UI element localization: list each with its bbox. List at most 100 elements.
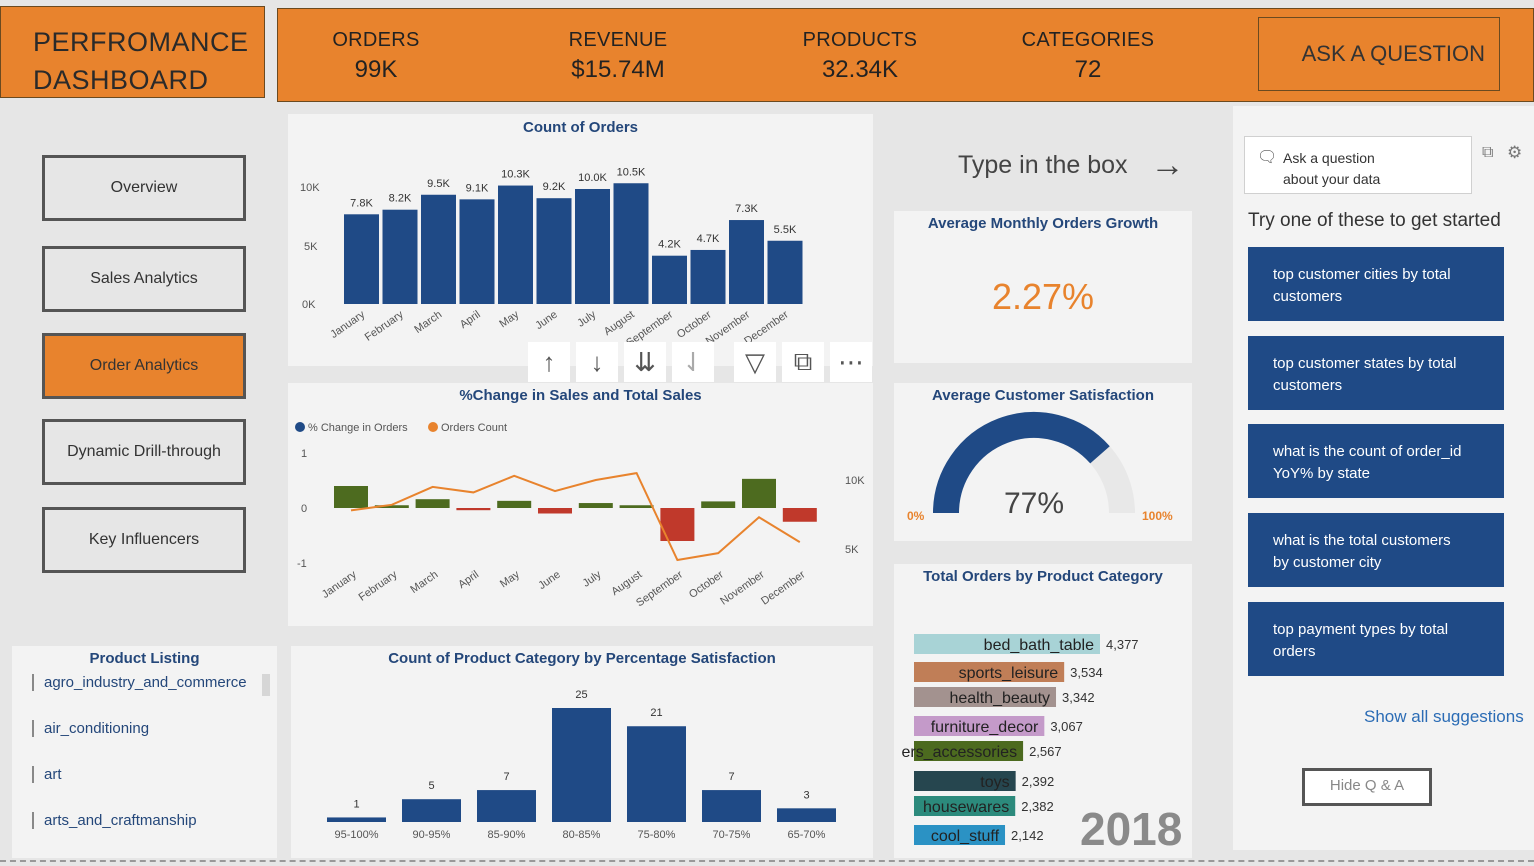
kpi-label: ORDERS	[332, 29, 420, 51]
suggestion-line: customers	[1273, 377, 1343, 394]
gauge-max: 100%	[1142, 509, 1173, 523]
pct-change-panel: %Change in Sales and Total Sales % Chang…	[288, 383, 873, 626]
data-label: 3	[803, 789, 809, 801]
y-right-tick: 5K	[845, 544, 859, 556]
drill-down-icon[interactable]: ↓	[576, 342, 618, 382]
x-tick: January	[320, 568, 359, 601]
title-line-1: PERFROMANCE	[33, 27, 249, 57]
ask-question-placeholder: Ask a question about your data	[1283, 148, 1380, 190]
x-tick: January	[328, 308, 367, 341]
data-label: 7	[503, 771, 509, 783]
suggestion-line: what is the total customers	[1273, 532, 1451, 549]
count-of-orders-panel: Count of Orders 10K 5K 0K 7.8K January 8.2…	[288, 114, 873, 366]
data-label: 9.5K	[427, 178, 450, 190]
legend-dot-pct-change	[295, 422, 305, 432]
nav-overview[interactable]: Overview	[42, 155, 246, 221]
y-left-tick: 1	[301, 448, 307, 460]
nav-key-influencers[interactable]: Key Influencers	[42, 507, 246, 573]
speech-bubble-icon: 🗨	[1257, 149, 1278, 166]
x-tick: July	[575, 308, 598, 329]
x-tick: 75-80%	[638, 829, 676, 841]
count-of-orders-chart: 10K 5K 0K 7.8K January 8.2K February 9.5K Mar…	[300, 166, 803, 349]
change-bar	[782, 508, 817, 522]
product-listing-item[interactable]: arts_and_craftmanship	[32, 812, 197, 829]
y-left-tick: 0	[301, 503, 307, 515]
nav-dynamic-drill-through[interactable]: Dynamic Drill-through	[42, 419, 246, 485]
legend-label: % Change in Orders	[308, 422, 408, 434]
type-in-box-hint: Type in the box →	[958, 146, 1185, 185]
x-tick: July	[581, 568, 604, 589]
x-tick: 85-90%	[488, 829, 526, 841]
bar	[344, 214, 379, 304]
data-label: 10.5K	[617, 166, 646, 178]
kpi-value: 72	[1074, 56, 1102, 83]
drill-up-icon[interactable]: ↑	[528, 342, 570, 382]
data-label: 9.1K	[466, 182, 489, 194]
placeholder-line-1: Ask a question	[1283, 150, 1375, 166]
y-left-tick: -1	[297, 558, 307, 570]
bar	[690, 249, 726, 304]
suggestion-button[interactable]: what is the total customers by customer c…	[1248, 513, 1504, 587]
suggestion-line: top customer states by total	[1273, 355, 1457, 372]
bar	[459, 199, 495, 304]
gear-icon[interactable]: ⚙	[1507, 143, 1522, 163]
show-all-suggestions-link[interactable]: Show all suggestions	[1364, 707, 1524, 727]
category-label: housewares	[923, 799, 1009, 816]
more-options-icon[interactable]: ⋯	[830, 342, 872, 382]
kpi-bar: ORDERS 99K REVENUE $15.74M PRODUCTS 32.3…	[277, 8, 1534, 102]
product-listing-item[interactable]: art	[32, 766, 62, 783]
product-listing-item[interactable]: air_conditioning	[32, 720, 149, 737]
category-label: sports_leisure	[959, 665, 1059, 682]
data-label: 9.2K	[543, 181, 566, 193]
suggestion-line: orders	[1273, 643, 1316, 660]
hide-qa-button[interactable]: Hide Q & A	[1302, 768, 1432, 806]
kpi-value: $15.74M	[571, 56, 665, 83]
qa-intro-text: Try one of these to get started	[1248, 210, 1501, 231]
kpi-value: 99K	[354, 56, 398, 83]
expand-hierarchy-icon[interactable]: ⇃	[672, 342, 714, 382]
kpi-revenue: REVENUE $15.74M	[558, 29, 678, 84]
focus-mode-icon[interactable]: ⧉	[782, 342, 824, 382]
bar	[421, 194, 456, 304]
ask-question-input[interactable]: 🗨 Ask a question about your data	[1244, 136, 1472, 194]
nav-sales-analytics[interactable]: Sales Analytics	[42, 246, 246, 312]
change-bar	[334, 486, 368, 508]
data-label: 7.3K	[735, 203, 758, 215]
change-bar	[742, 478, 776, 508]
suggestion-button[interactable]: top customer cities by total customers	[1248, 247, 1504, 321]
avg-growth-value: 2.27%	[991, 276, 1095, 317]
x-tick: February	[363, 308, 406, 343]
y-right-tick: 10K	[845, 475, 865, 487]
change-bar	[497, 500, 532, 508]
suggestion-button[interactable]: top customer states by total customers	[1248, 336, 1504, 410]
nav-order-analytics[interactable]: Order Analytics	[42, 333, 246, 399]
ask-a-question-button[interactable]: ASK A QUESTION	[1258, 17, 1500, 91]
orders-count-line	[350, 471, 801, 562]
x-tick: May	[498, 568, 522, 590]
data-label: 21	[650, 707, 662, 719]
change-bar	[538, 508, 572, 514]
kpi-products: PRODUCTS 32.34K	[794, 29, 926, 84]
suggestion-button[interactable]: top payment types by total orders	[1248, 602, 1504, 676]
qa-layout-icon[interactable]: ⧉	[1482, 144, 1493, 162]
suggestion-line: top payment types by total	[1273, 621, 1449, 638]
satisfaction-gauge: 77% 0% 100%	[907, 412, 1173, 523]
suggestion-button[interactable]: what is the count of order_id YoY% by sta…	[1248, 424, 1504, 498]
filter-icon[interactable]: ▽	[734, 342, 776, 382]
go-to-next-level-icon[interactable]: ⇊	[624, 342, 666, 382]
product-listing-panel: Product Listing agro_industry_and_commer…	[12, 646, 277, 858]
x-tick: April	[456, 569, 481, 591]
kpi-label: REVENUE	[568, 29, 668, 51]
product-listing-item[interactable]: agro_industry_and_commerce	[32, 674, 247, 691]
change-bar	[415, 499, 450, 508]
kpi-label: CATEGORIES	[1021, 29, 1155, 51]
bar	[613, 183, 649, 304]
data-label: 2,142	[1011, 828, 1044, 843]
data-label: 25	[575, 689, 587, 701]
listing-scrollbar[interactable]	[262, 674, 270, 696]
x-tick: May	[497, 308, 521, 330]
year-label: 2018	[1080, 803, 1183, 855]
change-bar	[456, 508, 491, 511]
x-tick: 65-70%	[788, 829, 826, 841]
category-label: health_beauty	[949, 690, 1050, 707]
